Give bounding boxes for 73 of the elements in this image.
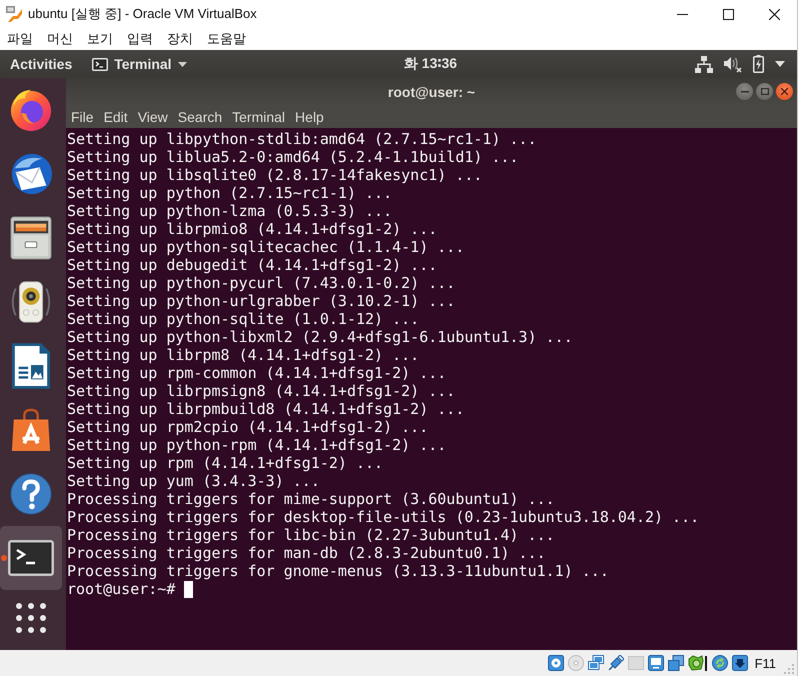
terminal-line: Setting up rpm (4.14.1+dfsg1-2) ... bbox=[67, 454, 384, 472]
dock-item[interactable] bbox=[0, 526, 62, 590]
terminal-line: Setting up python-sqlite (1.0.1-12) ... bbox=[67, 310, 420, 328]
maximize-icon bbox=[722, 8, 734, 20]
terminal-line: Processing triggers for libc-bin (2.27-3ubuntu1.4) ... bbox=[67, 526, 555, 544]
minimize-icon bbox=[740, 90, 748, 92]
flame-globe-icon bbox=[8, 87, 54, 133]
terminal-line: Setting up librpmsign8 (4.14.1+dfsg1-2) ... bbox=[67, 382, 456, 400]
overlapping-windows-icon[interactable] bbox=[668, 655, 684, 671]
document-icon bbox=[12, 343, 50, 389]
menu-item[interactable]: Search bbox=[172, 106, 228, 128]
caret-icon bbox=[178, 62, 187, 66]
display-icon[interactable] bbox=[648, 655, 664, 671]
terminal-line: Setting up rpm2cpio (4.14.1+dfsg1-2) ... bbox=[67, 418, 428, 436]
terminal-line: Processing triggers for desktop-file-utils (0.23-1ubuntu3.18.04.2) ... bbox=[67, 508, 700, 526]
terminal-line: Setting up librpm8 (4.14.1+dfsg1-2) ... bbox=[67, 346, 420, 364]
app-menu[interactable]: Terminal bbox=[92, 50, 187, 78]
terminal-line: Setting up python-lzma (0.5.3-3) ... bbox=[67, 202, 392, 220]
terminal-line: Processing triggers for man-db (2.8.3-2ubuntu0.1) ... bbox=[67, 544, 546, 562]
terminal-line: Setting up yum (3.4.3-3) ... bbox=[67, 472, 320, 490]
terminal-line: Setting up librpmio8 (4.14.1+dfsg1-2) ... bbox=[67, 220, 438, 238]
shopping-bag-icon bbox=[10, 408, 52, 452]
resize-grip-icon bbox=[784, 664, 794, 674]
battery-icon bbox=[753, 55, 764, 73]
terminal-icon bbox=[8, 540, 54, 576]
menu-item[interactable]: File bbox=[66, 106, 99, 128]
terminal-line: Setting up python-sqlitecachec (1.1.4-1) ... bbox=[67, 238, 464, 256]
host-key-label: F11 bbox=[754, 656, 776, 670]
app-logo-icon bbox=[6, 6, 22, 22]
caret-icon bbox=[775, 61, 785, 67]
terminal-line: Setting up liblua5.2-0:amd64 (5.2.4-1.1build1) ... bbox=[67, 148, 519, 166]
terminal-line: Setting up debugedit (4.14.1+dfsg1-2) ... bbox=[67, 256, 438, 274]
terminal-icon bbox=[92, 58, 108, 70]
menu-item[interactable]: 보기 bbox=[80, 28, 120, 50]
terminal-title: root@user: ~ bbox=[388, 84, 476, 100]
menu-item[interactable]: 장치 bbox=[160, 28, 200, 50]
menu-item[interactable]: 입력 bbox=[120, 28, 160, 50]
terminal-line: Processing triggers for gnome-menus (3.13.3-11ubuntu1.1) ... bbox=[67, 562, 609, 580]
menu-item[interactable]: 파일 bbox=[0, 28, 40, 50]
menu-item[interactable]: View bbox=[132, 106, 173, 128]
terminal-line: Setting up python-libxml2 (2.9.4+dfsg1-6.1ubuntu1.3) ... bbox=[67, 328, 573, 346]
terminal-line: Setting up libpython-stdlib:amd64 (2.7.15~rc1-1) ... bbox=[67, 130, 537, 148]
app-grid-icon bbox=[16, 603, 46, 633]
terminal-line: Setting up python-rpm (4.14.1+dfsg1-2) ... bbox=[67, 436, 446, 454]
terminal-prompt: root@user:~# bbox=[67, 580, 176, 598]
terminal-line: Setting up python-pycurl (7.43.0.1-0.2) ... bbox=[67, 274, 456, 292]
file-cabinet-icon bbox=[10, 216, 52, 260]
terminal-line: Setting up libsqlite0 (2.8.17-14fakesync1) ... bbox=[67, 166, 482, 184]
terminal-line: Setting up rpm-common (4.14.1+dfsg1-2) ... bbox=[67, 364, 446, 382]
terminal-line: Processing triggers for mime-support (3.60ubuntu1) ... bbox=[67, 490, 555, 508]
close-icon bbox=[781, 88, 788, 95]
menu-item[interactable]: Terminal bbox=[227, 106, 290, 128]
clock[interactable]: 화 13∶36 bbox=[404, 50, 458, 78]
chip-icon[interactable] bbox=[688, 655, 708, 671]
terminal-line: Setting up librpmbuild8 (4.14.1+dfsg1-2) ... bbox=[67, 400, 464, 418]
sync-arrows-icon[interactable] bbox=[712, 655, 728, 671]
menu-item[interactable]: 도움말 bbox=[200, 28, 253, 50]
network-icon bbox=[695, 56, 713, 72]
menu-item[interactable]: 머신 bbox=[40, 28, 80, 50]
cursor-icon bbox=[184, 580, 194, 598]
volume-muted-icon bbox=[724, 56, 742, 72]
activities-button[interactable]: Activities bbox=[0, 50, 82, 78]
network-icon[interactable] bbox=[588, 655, 604, 671]
maximize-icon bbox=[760, 88, 768, 95]
usb-icon[interactable] bbox=[608, 655, 624, 671]
minimize-button[interactable] bbox=[736, 83, 753, 100]
menu-item[interactable]: Help bbox=[290, 106, 329, 128]
terminal-line: Setting up python (2.7.15~rc1-1) ... bbox=[67, 184, 392, 202]
menu-item[interactable]: Edit bbox=[98, 106, 133, 128]
help-icon bbox=[10, 473, 52, 515]
close-icon bbox=[768, 8, 780, 20]
window-title: ubuntu [실행 중] - Oracle VM VirtualBox bbox=[28, 5, 257, 23]
terminal-line: Setting up python-urlgrabber (3.10.2-1) ... bbox=[67, 292, 456, 310]
